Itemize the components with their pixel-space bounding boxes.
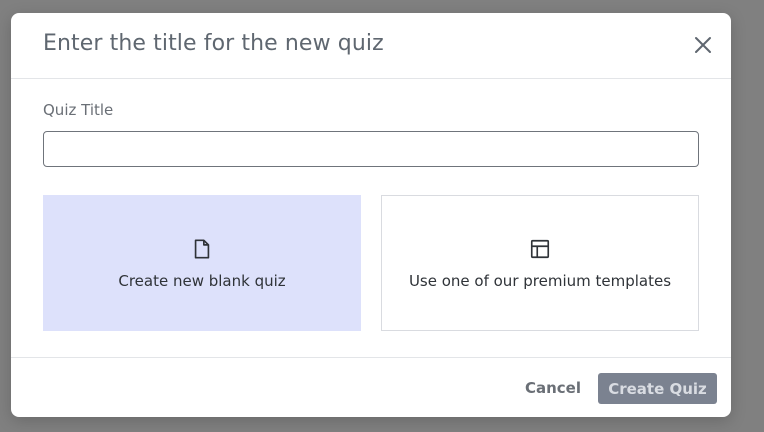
- cancel-button[interactable]: Cancel: [516, 376, 590, 400]
- quiz-title-label: Quiz Title: [43, 101, 114, 119]
- create-blank-quiz-option[interactable]: Create new blank quiz: [43, 195, 361, 331]
- quiz-title-input[interactable]: [43, 131, 699, 167]
- new-quiz-dialog: Enter the title for the new quiz Quiz Ti…: [11, 13, 731, 417]
- layout-template-icon: [530, 239, 550, 259]
- dialog-title: Enter the title for the new quiz: [43, 31, 384, 56]
- premium-templates-label: Use one of our premium templates: [408, 272, 672, 290]
- dialog-header: Enter the title for the new quiz: [11, 13, 731, 79]
- premium-templates-option[interactable]: Use one of our premium templates: [381, 195, 699, 331]
- dialog-footer: Cancel Create Quiz: [11, 357, 731, 417]
- close-button[interactable]: [693, 35, 713, 55]
- create-blank-quiz-label: Create new blank quiz: [118, 272, 286, 290]
- file-icon: [194, 239, 210, 259]
- close-icon: [695, 37, 711, 53]
- create-quiz-button[interactable]: Create Quiz: [598, 373, 717, 404]
